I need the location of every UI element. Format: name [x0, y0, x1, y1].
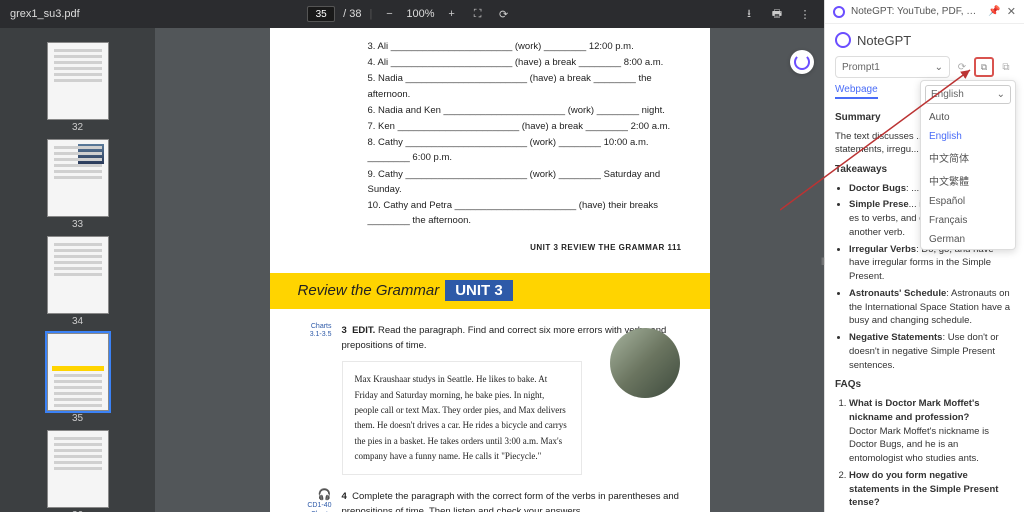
notegpt-floating-icon[interactable]: [790, 50, 814, 74]
faq-item: What is Doctor Mark Moffet's nickname an…: [849, 397, 1014, 466]
takeaway-item: Astronauts' Schedule: Astronauts on the …: [849, 287, 1014, 328]
chevron-down-icon: ⌄: [935, 62, 943, 73]
zoom-level: 100%: [406, 8, 434, 20]
extension-title: NoteGPT: YouTube, PDF, Web Summ…: [851, 6, 982, 17]
tab-webpage[interactable]: Webpage: [835, 84, 878, 99]
language-option[interactable]: Auto: [921, 108, 1015, 127]
pdf-viewport[interactable]: 3. Ali _______________________ (work) __…: [155, 28, 824, 512]
exercise-line: 5. Nadia _______________________ (have) …: [298, 71, 682, 101]
review-grammar-banner: Review the GrammarUNIT 3: [270, 273, 710, 309]
language-option[interactable]: Español: [921, 192, 1015, 211]
exercise-line: 10. Cathy and Petra ____________________…: [298, 198, 682, 228]
brand-name: NoteGPT: [857, 33, 911, 48]
print-icon[interactable]: 🖶: [768, 5, 786, 23]
cyclist-photo: [610, 328, 680, 398]
thumbnail-36[interactable]: [47, 430, 109, 508]
headphone-icon: 🎧: [318, 489, 332, 501]
language-option[interactable]: 中文繁體: [921, 169, 1015, 192]
language-option[interactable]: Français: [921, 211, 1015, 230]
edit-paragraph: Max Kraushaar studys in Seattle. He like…: [342, 361, 582, 475]
notegpt-panel: NoteGPT: YouTube, PDF, Web Summ… 📌 ✕ Not…: [824, 0, 1024, 512]
exercise-line: 6. Nadia and Ken _______________________…: [298, 103, 682, 118]
zoom-in-button[interactable]: +: [443, 5, 461, 23]
more-icon[interactable]: ⋮: [796, 5, 814, 23]
pdf-toolbar: grex1_su3.pdf / 38 | − 100% + ⛶ ⟳ ⭳ 🖶 ⋮: [0, 0, 824, 28]
exercise-line: 8. Cathy _______________________ (work) …: [298, 135, 682, 165]
takeaway-item: Negative Statements: Use don't or doesn'…: [849, 331, 1014, 372]
language-option[interactable]: English: [921, 127, 1015, 146]
exercise-line: 9. Cathy _______________________ (work) …: [298, 167, 682, 197]
language-option[interactable]: German: [921, 230, 1015, 249]
zoom-out-button[interactable]: −: [380, 5, 398, 23]
pdf-page: 3. Ali _______________________ (work) __…: [270, 28, 710, 512]
page-number-input[interactable]: [307, 6, 335, 22]
panel-collapse-handle[interactable]: ‖: [820, 250, 826, 274]
exercise-line: 4. Ali _______________________ (have) a …: [298, 55, 682, 70]
rotate-icon[interactable]: ⟳: [495, 5, 513, 23]
expand-icon[interactable]: ⧉: [998, 59, 1014, 75]
language-dropdown[interactable]: English ⌄ AutoEnglish中文简体中文繁體EspañolFran…: [920, 80, 1016, 250]
close-icon[interactable]: ✕: [1007, 5, 1016, 18]
fit-page-icon[interactable]: ⛶: [469, 5, 487, 23]
faqs-heading: FAQs: [835, 378, 1014, 393]
thumbnail-34[interactable]: [47, 236, 109, 314]
page-footer: UNIT 3 REVIEW THE GRAMMAR 111: [298, 242, 682, 255]
faq-item: How do you form negative statements in t…: [849, 469, 1014, 512]
language-select[interactable]: English ⌄: [925, 85, 1011, 104]
prompt-select[interactable]: Prompt1⌄: [835, 56, 950, 78]
thumbnail-sidebar: 32 33 34 35 36: [0, 28, 155, 512]
pin-icon[interactable]: 📌: [988, 6, 1000, 17]
download-icon[interactable]: ⭳: [740, 5, 758, 23]
filename: grex1_su3.pdf: [10, 8, 80, 20]
refresh-icon[interactable]: ⟳: [954, 59, 970, 75]
thumbnail-35[interactable]: [47, 333, 109, 411]
notegpt-logo-icon: [835, 32, 851, 48]
page-total: / 38: [343, 8, 361, 20]
exercise-line: 3. Ali _______________________ (work) __…: [298, 39, 682, 54]
language-option[interactable]: 中文简体: [921, 146, 1015, 169]
chevron-down-icon: ⌄: [997, 89, 1005, 100]
copy-button[interactable]: ⧉: [974, 57, 994, 77]
thumbnail-33[interactable]: [47, 139, 109, 217]
exercise-line: 7. Ken _______________________ (have) a …: [298, 119, 682, 134]
notegpt-logo-icon: [833, 6, 845, 18]
thumbnail-32[interactable]: [47, 42, 109, 120]
